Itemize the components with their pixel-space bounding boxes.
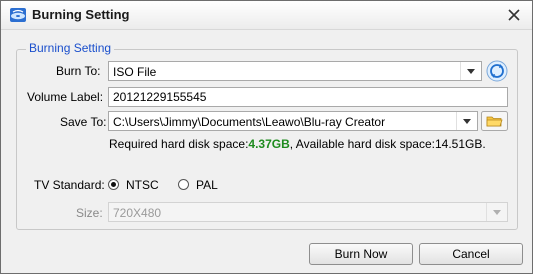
save-to-value: C:\Users\Jimmy\Documents\Leawo\Blu-ray C…	[113, 115, 386, 129]
available-space-text: , Available hard disk space:14.51GB.	[289, 137, 486, 151]
cancel-button[interactable]: Cancel	[419, 243, 523, 265]
tv-standard-pal-radio[interactable]: PAL	[178, 178, 228, 194]
save-to-select[interactable]: C:\Users\Jimmy\Documents\Leawo\Blu-ray C…	[108, 111, 478, 131]
burn-to-select[interactable]: ISO File	[108, 61, 482, 81]
size-label: Size:	[76, 206, 103, 220]
required-space-label: Required hard disk space:	[109, 137, 249, 151]
burn-to-value: ISO File	[113, 65, 157, 79]
close-icon[interactable]	[504, 5, 524, 25]
size-select[interactable]: 720X480	[108, 202, 508, 222]
chevron-down-icon[interactable]	[460, 62, 481, 80]
burn-now-button[interactable]: Burn Now	[309, 243, 413, 265]
chevron-down-icon[interactable]	[456, 112, 477, 130]
volume-label-label: Volume Label:	[27, 90, 104, 104]
burn-to-label: Burn To:	[56, 64, 101, 78]
radio-checked-icon[interactable]	[108, 179, 119, 190]
title-bar[interactable]: Burning Setting	[1, 1, 532, 30]
disk-space-info: Required hard disk space:4.37GB, Availab…	[109, 137, 486, 151]
volume-label-input[interactable]	[109, 88, 507, 106]
required-space-value: 4.37GB	[248, 137, 290, 151]
app-icon	[10, 8, 26, 22]
size-value: 720X480	[113, 206, 162, 220]
tv-standard-ntsc-radio[interactable]: NTSC	[108, 178, 168, 194]
tv-standard-label: TV Standard:	[34, 178, 105, 192]
folder-icon[interactable]	[481, 111, 508, 131]
window-title: Burning Setting	[32, 7, 130, 22]
radio-unchecked-icon[interactable]	[178, 179, 189, 190]
volume-label-field[interactable]	[108, 87, 508, 107]
burning-setting-dialog: Burning Setting Burning Setting Burn To:…	[0, 0, 533, 274]
ntsc-label: NTSC	[126, 178, 159, 192]
group-legend: Burning Setting	[26, 41, 115, 55]
pal-label: PAL	[196, 178, 218, 192]
chevron-down-icon[interactable]	[486, 203, 507, 221]
save-to-label: Save To:	[60, 115, 107, 129]
refresh-icon[interactable]	[486, 60, 508, 82]
